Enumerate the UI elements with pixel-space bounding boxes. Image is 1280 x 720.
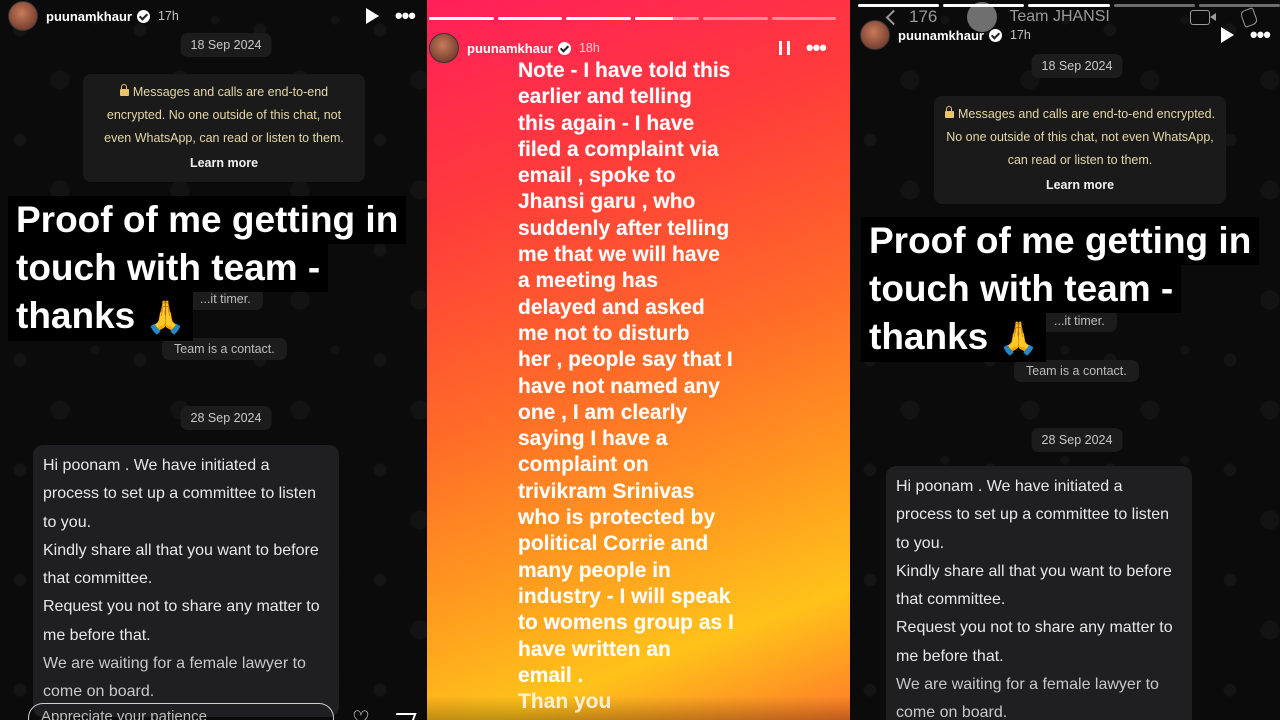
caption-line: touch with team -	[861, 265, 1182, 313]
date-pill: 28 Sep 2024	[1031, 428, 1123, 452]
progress-segment	[771, 17, 836, 20]
date-pill: 18 Sep 2024	[1031, 54, 1123, 78]
reply-input[interactable]: Appreciate your patience	[28, 703, 334, 720]
heart-icon[interactable]: ♡	[352, 706, 370, 720]
verified-badge-icon	[136, 9, 150, 23]
message-bubble: Hi poonam . We have initiated a process …	[886, 466, 1192, 720]
avatar[interactable]	[429, 33, 459, 63]
caption-line: thanks 🙏	[8, 292, 194, 341]
story-header: puunamkhaur 17h •••	[8, 1, 416, 31]
learn-more-link[interactable]: Learn more	[93, 152, 355, 175]
note-text: Note - I have told this earlier and tell…	[518, 59, 734, 687]
overlay-caption: Proof of me getting in touch with team -…	[861, 217, 1260, 362]
encryption-text: Messages and calls are end-to-end encryp…	[946, 107, 1216, 167]
story-progress-bar	[429, 17, 836, 20]
praying-hands-icon: 🙏	[145, 299, 186, 335]
right-story-panel: 176 Team JHANSI puunamkhaur 17h ••• 18 S…	[850, 0, 1280, 720]
more-icon[interactable]: •••	[395, 5, 416, 27]
middle-story-panel: puunamkhaur 18h ••• Note - I have told t…	[427, 0, 850, 720]
progress-segment	[429, 17, 494, 20]
message-line: Request you not to share any matter to m…	[43, 598, 320, 644]
caption-line: touch with team -	[8, 244, 329, 292]
message-line: We are waiting for a female lawyer to co…	[896, 676, 1159, 720]
progress-segment	[566, 17, 631, 20]
username[interactable]: puunamkhaur	[898, 28, 984, 43]
encryption-notice: Messages and calls are end-to-end encryp…	[934, 96, 1226, 204]
verified-badge-icon	[988, 28, 1002, 42]
play-icon[interactable]	[365, 8, 379, 24]
story-progress-bar	[858, 4, 1280, 7]
date-pill: 28 Sep 2024	[180, 406, 272, 430]
system-message-contact: Team is a contact.	[162, 338, 287, 360]
note-signoff: Than you	[518, 690, 612, 714]
progress-segment	[497, 17, 562, 20]
story-time: 17h	[157, 9, 179, 23]
encryption-notice: Messages and calls are end-to-end encryp…	[83, 74, 365, 182]
pause-icon[interactable]	[778, 41, 790, 55]
avatar[interactable]	[8, 1, 38, 31]
lock-icon	[119, 84, 129, 96]
encryption-text: Messages and calls are end-to-end encryp…	[104, 85, 344, 145]
username[interactable]: puunamkhaur	[46, 9, 132, 24]
overlay-caption: Proof of me getting in touch with team -…	[8, 196, 407, 341]
story-header: puunamkhaur 18h •••	[429, 33, 827, 63]
caption-line: Proof of me getting in	[861, 217, 1260, 265]
lock-icon	[944, 106, 954, 118]
play-icon[interactable]	[1220, 27, 1234, 43]
caption-line: Proof of me getting in	[8, 196, 407, 244]
progress-segment	[634, 17, 699, 20]
praying-hands-icon: 🙏	[998, 320, 1039, 356]
system-message-contact: Team is a contact.	[1014, 360, 1139, 382]
verified-badge-icon	[557, 41, 571, 55]
learn-more-link[interactable]: Learn more	[944, 174, 1216, 197]
caption-line: thanks 🙏	[861, 313, 1047, 362]
avatar[interactable]	[860, 20, 890, 50]
progress-segment	[703, 17, 768, 20]
story-note: Note - I have told this earlier and tell…	[518, 58, 818, 715]
left-story-panel: puunamkhaur 17h ••• 18 Sep 2024 Messages…	[0, 0, 427, 720]
message-line: Request you not to share any matter to m…	[896, 619, 1173, 665]
message-bubble: Hi poonam . We have initiated a process …	[33, 445, 339, 717]
more-icon[interactable]: •••	[1250, 24, 1271, 46]
username[interactable]: puunamkhaur	[467, 41, 553, 56]
more-icon[interactable]: •••	[806, 37, 827, 59]
send-icon[interactable]	[391, 713, 417, 720]
message-line: Kindly share all that you want to before…	[896, 562, 1172, 609]
story-header: puunamkhaur 17h •••	[860, 20, 1271, 50]
date-pill: 18 Sep 2024	[180, 33, 272, 57]
story-time: 18h	[578, 41, 600, 55]
message-line: We are waiting for a female lawyer to co…	[43, 655, 306, 701]
story-time: 17h	[1009, 28, 1031, 42]
message-line: Kindly share all that you want to before…	[43, 541, 319, 588]
message-line: Hi poonam . We have initiated a process …	[43, 457, 317, 531]
message-line: Hi poonam . We have initiated a process …	[896, 478, 1170, 552]
